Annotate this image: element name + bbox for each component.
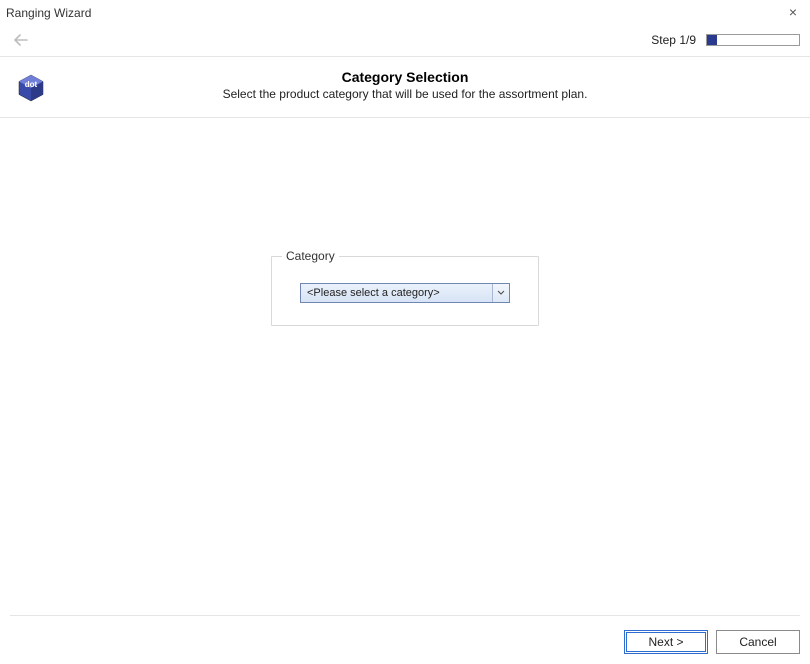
svg-text:dot: dot	[25, 80, 38, 89]
wizard-body: Category <Please select a category>	[0, 118, 810, 598]
divider	[10, 615, 800, 616]
wizard-window: Ranging Wizard × Step 1/9 dot Categor	[0, 0, 810, 664]
window-title: Ranging Wizard	[6, 6, 91, 20]
arrow-left-icon	[14, 34, 28, 46]
step-row: Step 1/9	[0, 26, 810, 56]
next-button[interactable]: Next >	[624, 630, 708, 654]
close-icon: ×	[789, 4, 797, 20]
category-select[interactable]: <Please select a category>	[300, 283, 510, 303]
step-progress-fill	[707, 35, 717, 45]
back-button[interactable]	[12, 31, 30, 49]
category-select-toggle[interactable]	[492, 284, 509, 302]
step-label: Step 1/9	[651, 33, 696, 47]
wizard-footer: Next > Cancel	[0, 615, 810, 664]
cancel-button[interactable]: Cancel	[716, 630, 800, 654]
footer-buttons: Next > Cancel	[10, 628, 800, 654]
category-group-label: Category	[282, 249, 339, 263]
chevron-down-icon	[497, 290, 505, 296]
app-logo: dot	[16, 73, 46, 103]
category-select-value: <Please select a category>	[301, 284, 492, 302]
close-button[interactable]: ×	[784, 4, 802, 22]
titlebar: Ranging Wizard ×	[0, 0, 810, 26]
wizard-header: dot Category Selection Select the produc…	[0, 57, 810, 117]
category-group: Category <Please select a category>	[271, 256, 539, 326]
page-title: Category Selection	[60, 69, 750, 85]
page-subtitle: Select the product category that will be…	[60, 87, 750, 101]
step-progress	[706, 34, 800, 46]
hexagon-icon: dot	[16, 73, 46, 103]
wizard-header-text: Category Selection Select the product ca…	[60, 69, 794, 101]
